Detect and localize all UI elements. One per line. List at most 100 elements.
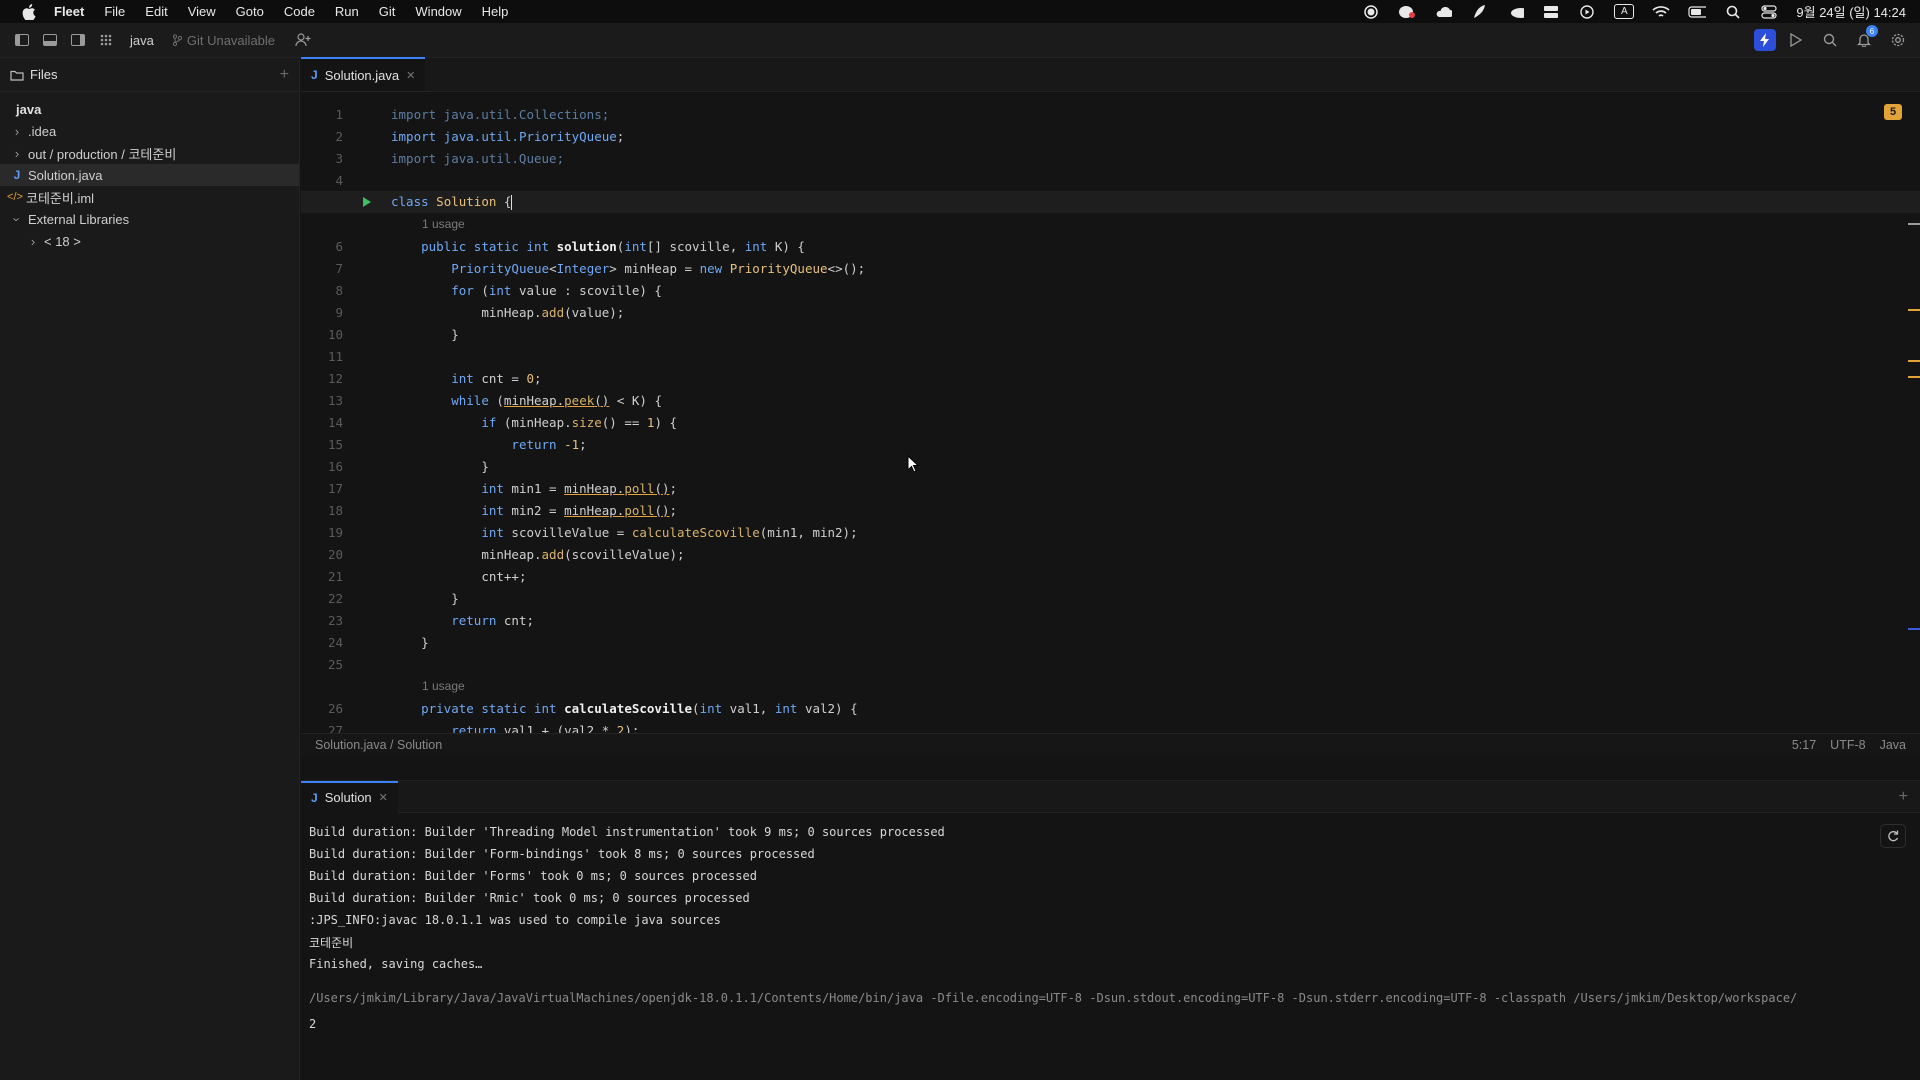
- tree-item-label: 코테준비.iml: [26, 190, 95, 206]
- tree-item-iml[interactable]: </> 코테준비.iml: [0, 186, 299, 208]
- menu-window[interactable]: Window: [415, 4, 461, 19]
- code-area[interactable]: 1 import java.util.Collections; 2 import j…: [301, 92, 1920, 733]
- chat-icon[interactable]: [1398, 4, 1416, 20]
- feather-icon[interactable]: [1470, 4, 1488, 20]
- tab-solution-java[interactable]: J Solution.java ✕: [301, 57, 426, 91]
- breadcrumb[interactable]: Solution.java / Solution: [315, 738, 442, 752]
- code-line-current: 5class Solution {: [301, 191, 1920, 213]
- console-line: Build duration: Builder 'Forms' took 0 m…: [309, 869, 757, 883]
- code-line: 23 return cnt;: [327, 612, 535, 628]
- tree-item-label: External Libraries: [28, 211, 130, 227]
- battery-icon[interactable]: [1688, 4, 1707, 20]
- scrollbar-marker: [1908, 360, 1920, 362]
- run-gutter-icon[interactable]: [343, 196, 391, 208]
- project-name[interactable]: java: [130, 33, 154, 48]
- git-status[interactable]: Git Unavailable: [172, 33, 275, 48]
- tree-root-label: java: [16, 101, 42, 117]
- close-tab-icon[interactable]: ✕: [406, 69, 415, 82]
- toggle-left-panel-icon[interactable]: [8, 27, 36, 53]
- caret-position[interactable]: 5:17: [1792, 738, 1816, 752]
- code-line: 8 for (int value : scoville) {: [335, 282, 662, 298]
- tree-item-label: .idea: [28, 123, 57, 139]
- wifi-icon[interactable]: [1652, 4, 1670, 20]
- apple-icon[interactable]: [20, 3, 38, 21]
- code-line: 10 }: [327, 326, 459, 342]
- notification-count-badge: 6: [1866, 25, 1878, 37]
- warnings-count-badge[interactable]: 5: [1884, 104, 1902, 120]
- code-line: 2 import java.util.PriorityQueue;: [335, 128, 625, 144]
- menu-run[interactable]: Run: [335, 4, 359, 19]
- tree-root-java[interactable]: java: [0, 98, 299, 120]
- add-file-icon[interactable]: +: [280, 66, 289, 84]
- spotlight-search-icon[interactable]: [1724, 4, 1742, 20]
- share-session-icon[interactable]: [289, 27, 317, 53]
- code-line: 12 int cnt = 0;: [327, 370, 542, 386]
- file-language[interactable]: Java: [1880, 738, 1906, 752]
- code-line: 19 int scovilleValue = calculateScoville…: [327, 524, 858, 540]
- search-icon[interactable]: [1816, 27, 1844, 53]
- chevron-down-icon[interactable]: ›: [10, 212, 25, 226]
- play-circle-icon[interactable]: [1578, 4, 1596, 20]
- scrollbar-marker: [1908, 376, 1920, 378]
- run-icon[interactable]: [1782, 27, 1810, 53]
- tab-label: Solution: [324, 790, 372, 805]
- menu-view[interactable]: View: [188, 4, 216, 19]
- clock[interactable]: 9월 24일 (일) 14:24: [1796, 2, 1906, 21]
- console-command-line: /Users/jmkim/Library/Java/JavaVirtualMac…: [309, 991, 1798, 1005]
- run-panel: J Solution ✕ + Build duration: Builder '…: [301, 780, 1920, 1080]
- code-line: 7 PriorityQueue<Integer> minHeap = new P…: [335, 260, 866, 276]
- files-panel-title: Files: [30, 67, 58, 82]
- code-line: 14 if (minHeap.size() == 1) {: [327, 414, 678, 430]
- smart-mode-bolt-icon[interactable]: [1754, 29, 1776, 51]
- tree-item-label: Solution.java: [28, 167, 103, 183]
- toggle-right-panel-icon[interactable]: [64, 27, 92, 53]
- tree-item-idea[interactable]: › .idea: [0, 120, 299, 142]
- menu-help[interactable]: Help: [482, 4, 509, 19]
- tab-run-solution[interactable]: J Solution ✕: [301, 780, 398, 813]
- java-file-icon: J: [311, 790, 318, 805]
- menu-grid-icon[interactable]: [1542, 4, 1560, 20]
- git-branch-icon: [172, 34, 182, 46]
- console-line: Build duration: Builder 'Form-bindings' …: [309, 847, 815, 861]
- tab-label: Solution.java: [324, 67, 400, 83]
- console-line: Build duration: Builder 'Threading Model…: [309, 825, 945, 839]
- toggle-bottom-panel-icon[interactable]: [36, 27, 64, 53]
- chevron-right-icon[interactable]: ›: [10, 124, 24, 139]
- tools-grid-icon[interactable]: [92, 27, 120, 53]
- files-panel-header: Files +: [0, 58, 299, 92]
- code-line: 3 import java.util.Queue;: [335, 150, 565, 166]
- tree-item-out[interactable]: › out / production / 코테준비: [0, 142, 299, 164]
- scrollbar-marker: [1908, 628, 1920, 630]
- settings-gear-icon[interactable]: [1884, 27, 1912, 53]
- scrollbar-marker: [1908, 309, 1920, 311]
- close-tab-icon[interactable]: ✕: [379, 791, 388, 804]
- java-file-icon: J: [311, 68, 318, 82]
- menu-code[interactable]: Code: [284, 4, 315, 19]
- usage-hint: 1 usage: [422, 679, 465, 693]
- tree-item-jdk-18[interactable]: › < 18 >: [0, 230, 299, 252]
- notifications-bell-icon[interactable]: 6: [1850, 25, 1878, 53]
- control-center-icon[interactable]: [1760, 4, 1778, 20]
- console-output[interactable]: Build duration: Builder 'Threading Model…: [301, 813, 1920, 1035]
- rerun-button[interactable]: [1880, 824, 1906, 848]
- usage-hint: 1 usage: [422, 217, 465, 231]
- chevron-right-icon[interactable]: ›: [10, 146, 24, 161]
- record-icon[interactable]: [1362, 4, 1380, 20]
- menu-goto[interactable]: Goto: [236, 4, 264, 19]
- code-line: 26 private static int calculateScoville(…: [327, 700, 858, 716]
- tree-item-solution-java[interactable]: J Solution.java: [0, 164, 299, 186]
- cloud-icon[interactable]: [1434, 4, 1453, 20]
- menu-edit[interactable]: Edit: [145, 4, 167, 19]
- tree-item-external-libraries[interactable]: › External Libraries: [0, 208, 299, 230]
- menu-git[interactable]: Git: [379, 4, 396, 19]
- add-run-tab-icon[interactable]: +: [1899, 788, 1908, 806]
- console-line: 코테준비: [309, 935, 354, 950]
- input-source-icon[interactable]: A: [1614, 4, 1635, 19]
- file-encoding[interactable]: UTF-8: [1830, 738, 1865, 752]
- menu-app-fleet[interactable]: Fleet: [54, 4, 84, 19]
- turtle-icon[interactable]: [1506, 4, 1525, 20]
- editor-statusbar: Solution.java / Solution 5:17 UTF-8 Java: [301, 733, 1920, 755]
- chevron-right-icon[interactable]: ›: [26, 234, 40, 249]
- console-line: Build duration: Builder 'Rmic' took 0 ms…: [309, 891, 750, 905]
- menu-file[interactable]: File: [104, 4, 125, 19]
